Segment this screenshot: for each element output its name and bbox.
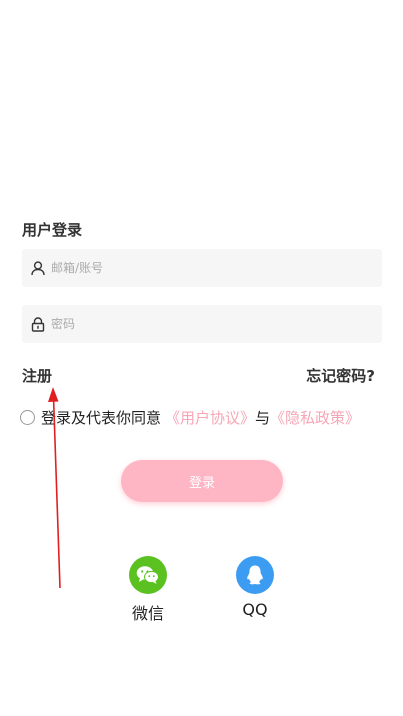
password-input[interactable] — [51, 305, 382, 343]
email-input[interactable] — [51, 249, 382, 287]
password-field[interactable] — [22, 305, 382, 343]
page-title: 用户登录 — [22, 221, 83, 239]
forgot-password-link[interactable]: 忘记密码? — [306, 365, 375, 386]
register-link[interactable]: 注册 — [22, 365, 52, 386]
agree-radio[interactable] — [20, 409, 35, 425]
email-field[interactable] — [22, 249, 382, 287]
qq-icon — [236, 556, 274, 594]
privacy-policy-link[interactable]: 《隐私政策》 — [270, 407, 360, 428]
user-icon — [30, 260, 46, 276]
qq-label: QQ — [242, 600, 268, 619]
and-text: 与 — [255, 408, 271, 427]
agreement-row: 登录及代表你同意 《用户协议》 与 《隐私政策》 — [20, 406, 360, 428]
wechat-label: 微信 — [131, 604, 164, 623]
lock-icon — [30, 316, 46, 332]
user-agreement-link[interactable]: 《用户协议》 — [165, 407, 255, 428]
login-button[interactable]: 登录 — [121, 460, 283, 502]
annotation-arrow — [48, 387, 61, 589]
wechat-login-button[interactable]: 微信 — [113, 556, 183, 624]
qq-login-button[interactable]: QQ — [220, 556, 290, 619]
wechat-icon — [129, 556, 167, 594]
